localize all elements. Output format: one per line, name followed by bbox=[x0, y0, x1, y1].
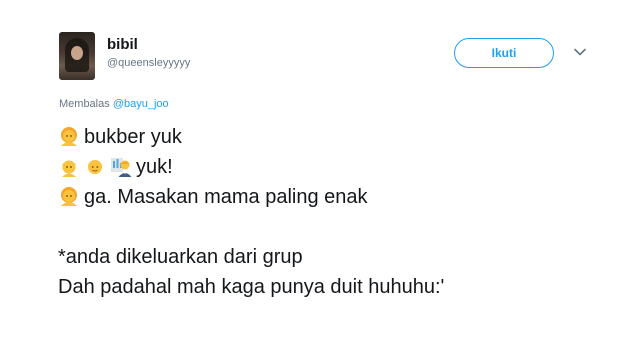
office-worker-emoji bbox=[111, 158, 132, 177]
tweet-line: ga. Masakan mama paling enak bbox=[58, 182, 444, 212]
tweet-line-text: Dah padahal mah kaga punya duit huhuhu:' bbox=[58, 276, 445, 298]
user-handle[interactable]: @queensleyyyyy bbox=[107, 57, 190, 69]
man-emoji bbox=[62, 160, 76, 177]
reply-context: Membalas @bayu_joo bbox=[59, 98, 169, 110]
tweet-line: Dah padahal mah kaga punya duit huhuhu:' bbox=[58, 272, 444, 302]
avatar-face bbox=[71, 46, 83, 60]
reply-prefix: Membalas bbox=[59, 98, 110, 110]
chevron-down-icon[interactable] bbox=[572, 44, 588, 60]
tweet-card: bibil @queensleyyyyy Ikuti Membalas @bay… bbox=[0, 0, 640, 360]
boy-emoji bbox=[88, 160, 102, 174]
tweet-line: bukber yuk bbox=[58, 122, 444, 152]
reply-mention[interactable]: @bayu_joo bbox=[113, 98, 169, 110]
tweet-line-text: yuk! bbox=[136, 156, 173, 178]
tweet-line-text: bukber yuk bbox=[84, 126, 182, 148]
user-name[interactable]: bibil bbox=[107, 36, 138, 53]
tweet-text: bukber yuk yuk! ga. Masakan mama paling … bbox=[58, 122, 444, 302]
avatar[interactable] bbox=[59, 32, 95, 80]
tweet-line-text: ga. Masakan mama paling enak bbox=[84, 186, 368, 208]
woman-emoji bbox=[61, 187, 77, 206]
tweet-line-text: *anda dikeluarkan dari grup bbox=[58, 246, 303, 268]
woman-emoji bbox=[61, 127, 77, 146]
follow-button[interactable]: Ikuti bbox=[454, 38, 554, 68]
tweet-line: yuk! bbox=[58, 152, 444, 182]
tweet-line: *anda dikeluarkan dari grup bbox=[58, 242, 444, 272]
